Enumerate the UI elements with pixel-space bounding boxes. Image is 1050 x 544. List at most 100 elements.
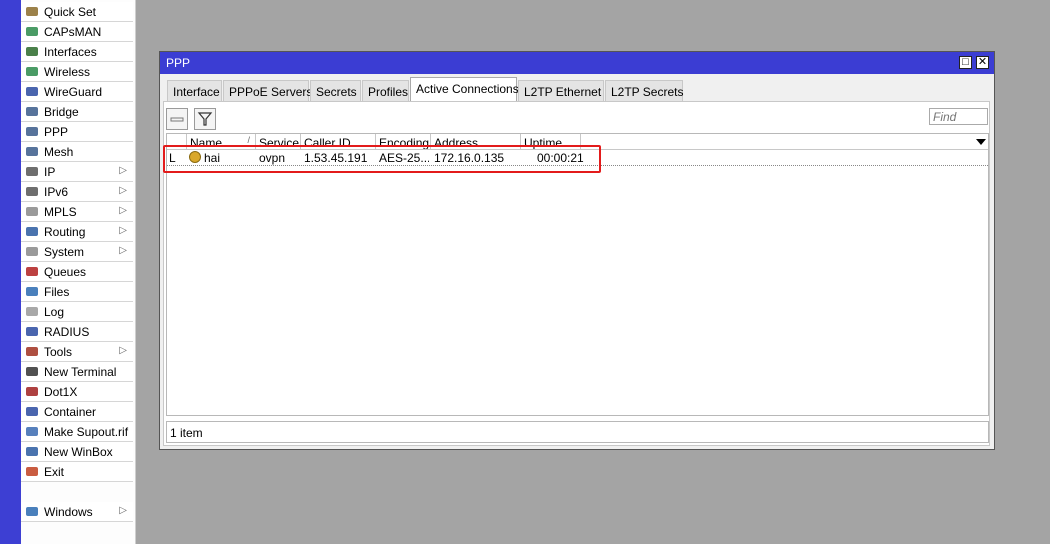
sidebar-item-label: Routing [44, 225, 86, 239]
sidebar-item-label: Interfaces [44, 45, 97, 59]
sidebar-item-mpls[interactable]: MPLS ▷ [21, 202, 133, 222]
sidebar-item-label: Wireless [44, 65, 91, 79]
wand-icon [25, 5, 39, 18]
sidebar-item-windows[interactable]: Windows ▷ [21, 502, 133, 522]
sidebar-item-ip[interactable]: IP ▷ [21, 162, 133, 182]
sidebar-item-label: PPP [44, 125, 69, 139]
remove-button[interactable] [166, 108, 188, 130]
tab-l2tp-ethernet[interactable]: L2TP Ethernet [518, 80, 604, 101]
folder-icon [25, 285, 39, 298]
interfaces-icon [25, 45, 39, 58]
sidebar-item-label: Bridge [44, 105, 79, 119]
sidebar-item-label: Mesh [44, 145, 74, 159]
tab-bar: Interface PPPoE Servers Secrets Profiles… [167, 77, 987, 102]
filter-icon [197, 112, 213, 126]
sidebar-item-container[interactable]: Container [21, 402, 133, 422]
close-icon[interactable]: ✕ [976, 56, 989, 69]
status-bar: 1 item [166, 421, 989, 443]
sidebar-item-ipv6[interactable]: IPv6 ▷ [21, 182, 133, 202]
column-dropdown-icon[interactable] [975, 136, 987, 150]
sidebar-item-files[interactable]: Files [21, 282, 133, 302]
tab-interface[interactable]: Interface [167, 80, 222, 101]
bridge-icon [25, 105, 39, 118]
sidebar-item-system[interactable]: System ▷ [21, 242, 133, 262]
connections-table: Name / Service Caller ID Encoding Addres… [166, 133, 989, 416]
sidebar-item-label: Quick Set [44, 5, 97, 19]
capsman-icon [25, 25, 39, 38]
ip-icon [25, 165, 39, 178]
window-title: PPP [166, 56, 191, 70]
sidebar-item-make-supout-rif[interactable]: Make Supout.rif [21, 422, 133, 442]
sidebar-item-exit[interactable]: Exit [21, 462, 133, 482]
sidebar-item-new-winbox[interactable]: New WinBox [21, 442, 133, 462]
sidebar-item-tools[interactable]: Tools ▷ [21, 342, 133, 362]
window-titlebar[interactable]: PPP □ ✕ [160, 52, 994, 74]
sidebar-item-wireless[interactable]: Wireless [21, 62, 133, 82]
sidebar-item-label: Container [44, 405, 97, 419]
restore-icon[interactable]: □ [959, 56, 972, 69]
sidebar-item-bridge[interactable]: Bridge [21, 102, 133, 122]
container-icon [25, 405, 39, 418]
sidebar-item-label: Windows [44, 505, 93, 519]
left-strip [0, 0, 21, 544]
sidebar-item-queues[interactable]: Queues [21, 262, 133, 282]
winbox-icon [25, 445, 39, 458]
tools-icon [25, 345, 39, 358]
sidebar-item-dot1x[interactable]: Dot1X [21, 382, 133, 402]
sidebar-item-label: New WinBox [44, 445, 113, 459]
sidebar-item-label: Exit [44, 465, 65, 479]
routing-icon [25, 225, 39, 238]
sidebar-item-quick-set[interactable]: Quick Set [21, 2, 133, 22]
sidebar-item-interfaces[interactable]: Interfaces [21, 42, 133, 62]
submenu-arrow-icon: ▷ [119, 185, 127, 196]
sidebar-item-label: Dot1X [44, 385, 78, 399]
item-count: 1 item [170, 426, 203, 440]
dot1x-icon [25, 385, 39, 398]
sidebar-item-label: IP [44, 165, 56, 179]
sidebar-item-new-terminal[interactable]: New Terminal [21, 362, 133, 382]
minus-icon [170, 117, 184, 122]
gear-icon [25, 245, 39, 258]
exit-icon [25, 465, 39, 478]
radius-icon [25, 325, 39, 338]
sidebar-item-ppp[interactable]: PPP [21, 122, 133, 142]
sidebar-item-log[interactable]: Log [21, 302, 133, 322]
tab-pppoe-servers[interactable]: PPPoE Servers [223, 80, 312, 101]
tab-l2tp-secrets[interactable]: L2TP Secrets [605, 80, 683, 101]
sidebar-item-label: System [44, 245, 85, 259]
sidebar-item-label: Log [44, 305, 65, 319]
tab-profiles[interactable]: Profiles [362, 80, 409, 101]
ppp-icon [25, 125, 39, 138]
sidebar-item-label: Queues [44, 265, 87, 279]
filter-button[interactable] [194, 108, 216, 130]
windows-icon [25, 505, 39, 518]
sidebar-item-label: IPv6 [44, 185, 69, 199]
sidebar-item-routing[interactable]: Routing ▷ [21, 222, 133, 242]
sidebar-item-label: Files [44, 285, 70, 299]
sidebar-item-capsman[interactable]: CAPsMAN [21, 22, 133, 42]
tab-secrets[interactable]: Secrets [310, 80, 361, 101]
sidebar-item-label: Make Supout.rif [44, 425, 129, 439]
sidebar-item-label: New Terminal [44, 365, 117, 379]
sidebar-item-wireguard[interactable]: WireGuard [21, 82, 133, 102]
supout-icon [25, 425, 39, 438]
submenu-arrow-icon: ▷ [119, 225, 127, 236]
queues-icon [25, 265, 39, 278]
find-input[interactable] [929, 108, 988, 125]
ppp-window: PPP □ ✕ Interface PPPoE Servers Secrets … [159, 51, 995, 450]
sidebar-item-label: Tools [44, 345, 73, 359]
sidebar-menu: Quick Set CAPsMAN Interfaces Wireless WireGu… [21, 0, 136, 544]
sidebar-item-label: MPLS [44, 205, 77, 219]
submenu-arrow-icon: ▷ [119, 205, 127, 216]
sidebar-item-label: WireGuard [44, 85, 103, 99]
ipv6-icon [25, 185, 39, 198]
tab-active-connections[interactable]: Active Connections [410, 77, 519, 101]
terminal-icon [25, 365, 39, 378]
submenu-arrow-icon: ▷ [119, 505, 127, 516]
sidebar-item-mesh[interactable]: Mesh [21, 142, 133, 162]
submenu-arrow-icon: ▷ [119, 345, 127, 356]
sort-indicator-icon: / [247, 135, 250, 145]
sidebar-item-radius[interactable]: RADIUS [21, 322, 133, 342]
submenu-arrow-icon: ▷ [119, 245, 127, 256]
highlight-annotation [163, 145, 601, 173]
